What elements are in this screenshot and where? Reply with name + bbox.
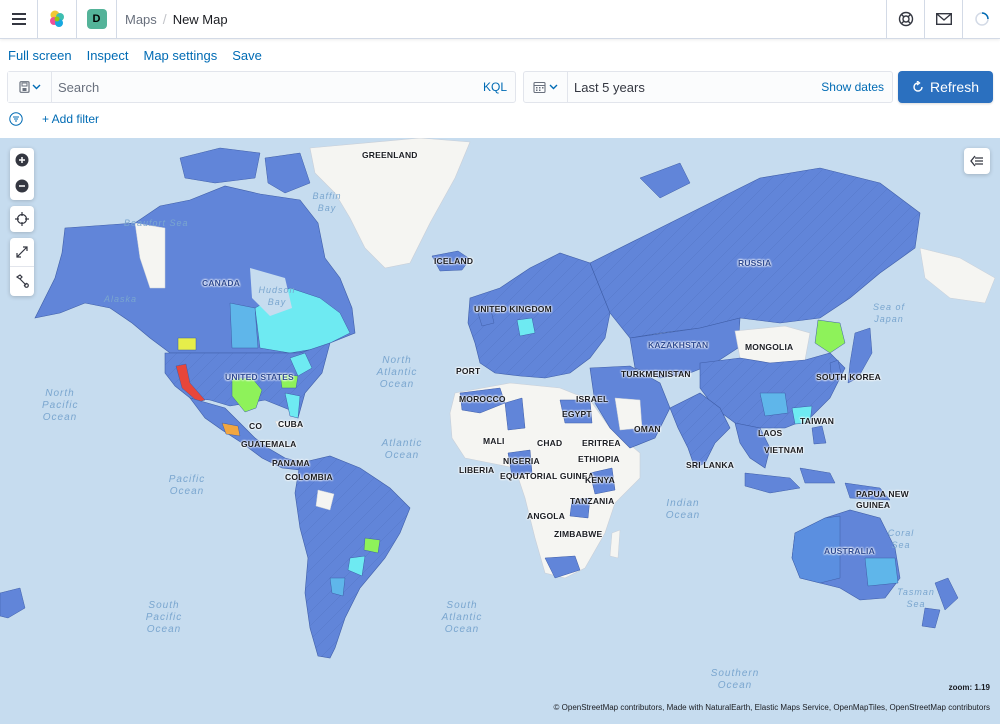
label-mexico: CO <box>249 421 263 431</box>
zoom-controls <box>10 148 34 200</box>
label-iceland: ICELAND <box>434 256 474 266</box>
label-south-atlantic: South Atlantic Ocean <box>441 600 483 635</box>
fit-to-data-icon[interactable] <box>10 238 34 266</box>
label-morocco: MOROCCO <box>459 394 506 404</box>
top-header: D Maps / New Map <box>0 0 1000 39</box>
refresh-icon <box>913 81 923 92</box>
label-coral-sea: Coral Sea <box>887 528 915 550</box>
refresh-button[interactable]: Refresh <box>898 71 993 103</box>
space-selector[interactable]: D <box>77 0 117 38</box>
label-canada: CANADA <box>202 278 241 288</box>
saved-query-button[interactable] <box>8 72 52 102</box>
label-colombia: COLOMBIA <box>285 472 333 482</box>
breadcrumb-maps[interactable]: Maps <box>125 12 157 27</box>
label-tasman-sea: Tasman Sea <box>897 587 935 609</box>
label-oman: OMAN <box>634 424 661 434</box>
save-link[interactable]: Save <box>232 48 262 63</box>
label-mongolia: MONGOLIA <box>745 342 794 352</box>
label-southern: Southern Ocean <box>710 668 760 691</box>
loading-spinner-icon <box>962 0 1000 38</box>
label-sea-of-japan: Sea of Japan <box>872 302 906 324</box>
label-papua-new-guinea: PAPUA NEW GUINEA <box>856 489 909 510</box>
label-zimbabwe: ZIMBABWE <box>554 529 603 539</box>
map-settings-link[interactable]: Map settings <box>144 48 218 63</box>
search-group: KQL <box>7 71 516 103</box>
header-actions <box>886 0 1000 38</box>
zoom-level: zoom: 1.19 <box>948 683 990 692</box>
label-chad: CHAD <box>537 438 563 448</box>
breadcrumb-separator: / <box>162 11 167 27</box>
date-picker: Last 5 years Show dates <box>523 71 893 103</box>
label-egypt: EGYPT <box>562 409 592 419</box>
crosshair-icon[interactable] <box>10 206 34 232</box>
breadcrumb-current: New Map <box>172 11 228 27</box>
label-equatorial-guinea: EQUATORIAL GUINEA <box>500 471 595 481</box>
zoom-in-icon[interactable] <box>10 148 34 172</box>
label-cuba: CUBA <box>278 419 304 429</box>
label-south-pacific: South Pacific Ocean <box>145 600 183 635</box>
label-baffin-bay: Baffin Bay <box>312 191 342 213</box>
label-liberia: LIBERIA <box>459 465 495 475</box>
label-taiwan: TAIWAN <box>800 416 835 426</box>
label-portugal: PORT <box>456 366 481 376</box>
filter-options-icon[interactable] <box>8 111 24 127</box>
inspect-link[interactable]: Inspect <box>87 48 129 63</box>
breadcrumb: Maps / New Map <box>117 11 228 27</box>
label-guatemala: GUATEMALA <box>241 439 297 449</box>
refresh-label: Refresh <box>929 79 980 95</box>
label-united-states: UNITED STATES <box>225 372 294 382</box>
label-eritrea: ERITREA <box>582 438 621 448</box>
label-laos: LAOS <box>758 428 783 438</box>
add-filter-button[interactable]: + Add filter <box>42 112 99 126</box>
map-canvas[interactable]: GREENLAND ICELAND CANADA UNITED STATES R… <box>0 138 1000 724</box>
elastic-logo-icon[interactable] <box>38 0 77 38</box>
set-view-control <box>10 206 34 232</box>
label-tanzania: TANZANIA <box>570 496 615 506</box>
label-south-korea: SOUTH KOREA <box>816 372 882 382</box>
label-russia: RUSSIA <box>738 258 772 268</box>
filter-bar: + Add filter <box>8 109 99 129</box>
newsfeed-icon[interactable] <box>924 0 962 38</box>
label-angola: ANGOLA <box>527 511 566 521</box>
label-greenland: GREENLAND <box>362 150 418 160</box>
time-range-value[interactable]: Last 5 years <box>568 80 821 95</box>
label-hudson-bay: Hudson Bay <box>258 285 296 307</box>
query-bar: KQL Last 5 years Show dates Refresh <box>7 71 993 103</box>
quick-select-button[interactable] <box>524 72 568 102</box>
label-atlantic: Atlantic Ocean <box>381 438 423 461</box>
label-ethiopia: ETHIOPIA <box>578 454 620 464</box>
space-avatar: D <box>86 9 107 29</box>
show-dates-button[interactable]: Show dates <box>821 80 892 94</box>
app-top-nav: Full screen Inspect Map settings Save <box>0 40 277 70</box>
map-attribution[interactable]: © OpenStreetMap contributors, Made with … <box>554 703 990 712</box>
label-vietnam: VIETNAM <box>764 445 804 455</box>
label-pacific: Pacific Ocean <box>168 474 206 497</box>
label-north-pacific: North Pacific Ocean <box>42 388 79 423</box>
tools-control <box>10 238 34 296</box>
label-indian: Indian Ocean <box>665 498 701 521</box>
wrench-icon[interactable] <box>10 266 34 294</box>
zoom-out-icon[interactable] <box>10 174 34 198</box>
label-israel: ISRAEL <box>576 394 609 404</box>
search-input[interactable] <box>52 72 483 102</box>
label-australia: AUSTRALIA <box>824 546 875 556</box>
label-beaufort-sea: Beaufort Sea <box>124 218 189 228</box>
label-kenya: KENYA <box>585 475 615 485</box>
label-mali: MALI <box>483 436 505 446</box>
help-icon[interactable] <box>886 0 924 38</box>
label-nigeria: NIGERIA <box>503 456 540 466</box>
label-united-kingdom: UNITED KINGDOM <box>474 304 552 314</box>
layer-panel-toggle-icon[interactable] <box>964 148 990 174</box>
label-panama: PANAMA <box>272 458 310 468</box>
menu-icon[interactable] <box>0 0 38 38</box>
full-screen-link[interactable]: Full screen <box>8 48 72 63</box>
label-alaska: Alaska <box>104 294 138 304</box>
label-kazakhstan: KAZAKHSTAN <box>648 340 709 350</box>
label-sri-lanka: SRI LANKA <box>686 460 735 470</box>
label-turkmenistan: TURKMENISTAN <box>621 369 691 379</box>
query-language-button[interactable]: KQL <box>483 80 515 94</box>
label-north-atlantic: North Atlantic Ocean <box>376 355 418 390</box>
